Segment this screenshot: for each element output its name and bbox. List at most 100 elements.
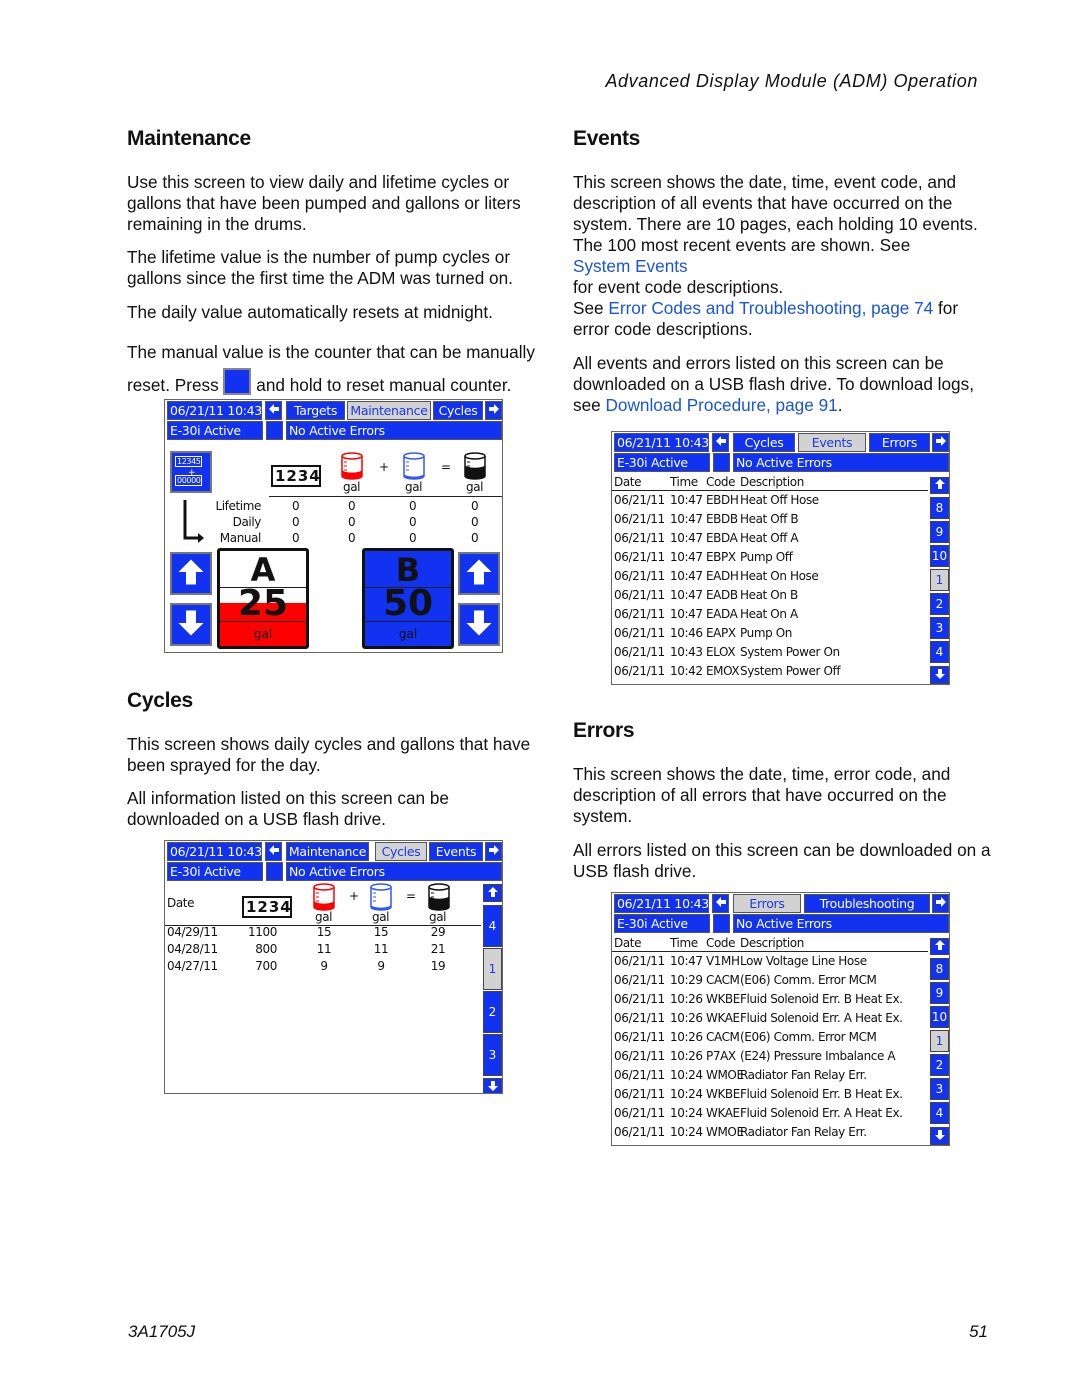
- next-tab-button[interactable]: [485, 842, 502, 861]
- a-decrease-button[interactable]: [170, 603, 212, 646]
- unit-label: gal: [343, 480, 361, 494]
- code-cell: WKAE: [706, 1106, 740, 1120]
- page-10-button[interactable]: 10: [930, 545, 949, 567]
- tab-targets[interactable]: Targets: [286, 401, 345, 420]
- tab-errors[interactable]: Errors: [869, 433, 930, 452]
- next-tab-button[interactable]: [932, 894, 949, 913]
- date-column-header: Date: [167, 896, 195, 910]
- description-cell: Fluid Solenoid Err. B Heat Ex.: [740, 992, 903, 1006]
- row-value: 0: [292, 531, 300, 545]
- tab-maintenance[interactable]: Maintenance: [347, 401, 431, 420]
- tab-errors[interactable]: Errors: [733, 894, 801, 913]
- gallons-value: 21: [430, 942, 446, 956]
- page-3-button[interactable]: 3: [930, 1078, 949, 1100]
- arrow-right-icon: [935, 896, 947, 911]
- prev-tab-button[interactable]: [712, 433, 729, 452]
- code-cell: WMOE: [706, 1068, 744, 1082]
- unit-label: gal: [429, 910, 447, 924]
- prev-tab-button[interactable]: [265, 401, 282, 420]
- component-a-panel[interactable]: A 25 gal: [217, 548, 309, 649]
- events-p2b: .: [837, 395, 843, 415]
- screen-header: 06/21/11 10:43 Cycles Events Errors E-30i …: [612, 432, 949, 472]
- time-cell: 10:26: [670, 992, 703, 1006]
- page-up-button[interactable]: [483, 884, 502, 902]
- cycle-date: 04/28/11: [167, 942, 218, 956]
- download-procedure-link[interactable]: Download Procedure, page 91: [606, 395, 838, 415]
- time-cell: 10:24: [670, 1106, 703, 1120]
- column-header-code: Code: [706, 475, 736, 489]
- component-b-panel[interactable]: B 50 gal: [362, 548, 454, 649]
- tab-events[interactable]: Events: [429, 842, 483, 861]
- cycles-screen: 06/21/11 10:43 Maintenance Cycles Events E…: [164, 840, 503, 1094]
- date-cell: 06/21/11: [614, 1106, 665, 1120]
- page-1-button[interactable]: 1: [930, 569, 949, 591]
- cycles-heading: Cycles: [127, 689, 193, 712]
- page-down-button[interactable]: [483, 1078, 502, 1093]
- date-cell: 06/21/11: [614, 588, 665, 602]
- page-2-button[interactable]: 2: [483, 991, 502, 1033]
- maintenance-p3: The daily value automatically resets at …: [127, 302, 493, 322]
- b-decrease-button[interactable]: [458, 603, 500, 646]
- page-9-button[interactable]: 9: [930, 982, 949, 1004]
- description-cell: Heat Off B: [740, 512, 799, 526]
- page-10-button[interactable]: 10: [930, 1006, 949, 1028]
- tab-troubleshooting[interactable]: Troubleshooting: [804, 894, 930, 913]
- active-errors: No Active Errors: [733, 453, 949, 472]
- tab-cycles[interactable]: Cycles: [375, 842, 427, 861]
- page-3-button[interactable]: 3: [483, 1034, 502, 1076]
- tab-cycles[interactable]: Cycles: [433, 401, 483, 420]
- status-blank: [266, 421, 283, 440]
- arrow-right-icon: [488, 403, 500, 418]
- page-4-button[interactable]: 4: [930, 1102, 949, 1124]
- screen-header: 06/21/11 10:43 Errors Troubleshooting E-3…: [612, 893, 949, 933]
- page-down-button[interactable]: [930, 1127, 949, 1145]
- unit-label: gal: [466, 480, 484, 494]
- prev-tab-button[interactable]: [265, 842, 282, 861]
- page-3-button[interactable]: 3: [930, 617, 949, 639]
- page-2-button[interactable]: 2: [930, 593, 949, 615]
- next-tab-button[interactable]: [932, 433, 949, 452]
- time-cell: 10:26: [670, 1011, 703, 1025]
- time-cell: 10:47: [670, 954, 703, 968]
- tab-maintenance[interactable]: Maintenance: [286, 842, 369, 861]
- datetime: 06/21/11 10:43: [167, 842, 262, 861]
- reset-counter-icon: [223, 368, 252, 395]
- system-events-link[interactable]: System Events: [573, 256, 993, 277]
- page-4-button[interactable]: 4: [930, 641, 949, 663]
- events-heading: Events: [573, 127, 641, 150]
- page-1-button[interactable]: 1: [483, 948, 502, 990]
- b-increase-button[interactable]: [458, 552, 500, 595]
- date-cell: 06/21/11: [614, 954, 665, 968]
- a-increase-button[interactable]: [170, 552, 212, 595]
- description-cell: Heat On A: [740, 607, 798, 621]
- tab-events[interactable]: Events: [798, 433, 866, 452]
- code-cell: V1MH: [706, 954, 740, 968]
- errors-screen: 06/21/11 10:43 Errors Troubleshooting E-3…: [611, 892, 950, 1146]
- page-8-button[interactable]: 8: [930, 958, 949, 980]
- cycle-date: 04/27/11: [167, 959, 218, 973]
- code-cell: EAPX: [706, 626, 736, 640]
- date-cell: 06/21/11: [614, 1030, 665, 1044]
- code-cell: WKAE: [706, 1011, 740, 1025]
- description-cell: Radiator Fan Relay Err.: [740, 1125, 867, 1139]
- date-cell: 06/21/11: [614, 607, 665, 621]
- page-8-button[interactable]: 8: [930, 497, 949, 519]
- tab-cycles[interactable]: Cycles: [733, 433, 795, 452]
- page-2-button[interactable]: 2: [930, 1054, 949, 1076]
- page-up-button[interactable]: [930, 938, 949, 955]
- page-down-button[interactable]: [930, 666, 949, 684]
- code-cell: CACM: [706, 973, 740, 987]
- reset-counter-button[interactable]: 12345 + 00000: [170, 451, 212, 493]
- datetime: 06/21/11 10:43: [167, 401, 262, 420]
- error-codes-link[interactable]: Error Codes and Troubleshooting, page 74: [608, 298, 933, 318]
- page-4-button[interactable]: 4: [483, 905, 502, 947]
- prev-tab-button[interactable]: [712, 894, 729, 913]
- description-cell: (E06) Comm. Error MCM: [740, 973, 877, 987]
- page-1-button[interactable]: 1: [930, 1030, 949, 1052]
- page-9-button[interactable]: 9: [930, 521, 949, 543]
- panel-unit: gal: [253, 627, 273, 641]
- description-cell: Heat Off Hose: [740, 493, 819, 507]
- next-tab-button[interactable]: [485, 401, 502, 420]
- time-cell: 10:26: [670, 1049, 703, 1063]
- page-up-button[interactable]: [930, 477, 949, 494]
